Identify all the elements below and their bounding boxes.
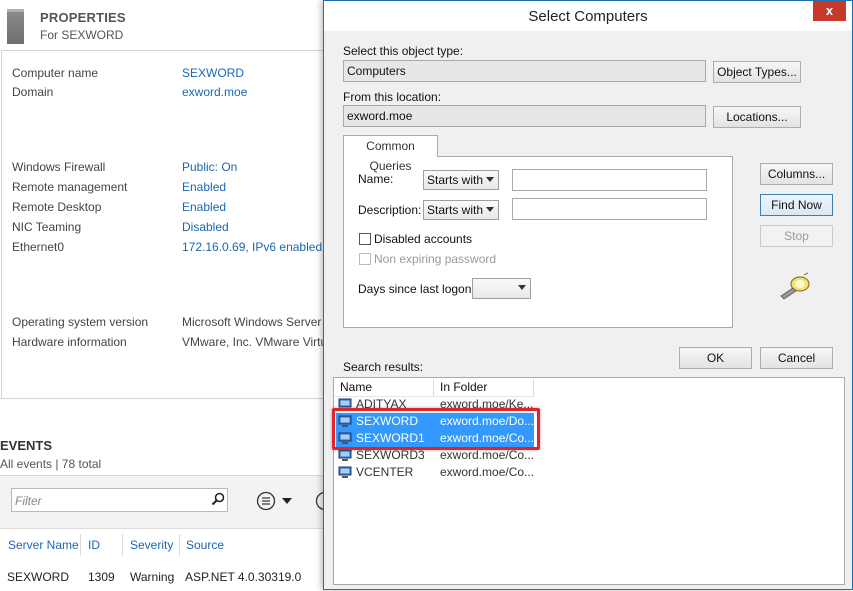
prop-value-link[interactable]: SEXWORD	[182, 66, 244, 80]
chevron-down-icon	[486, 207, 494, 212]
disabled-accounts-label: Disabled accounts	[374, 232, 473, 246]
close-button[interactable]: x	[813, 1, 846, 21]
prop-label: Domain	[12, 85, 54, 99]
result-folder: exword.moe/Co...	[440, 465, 535, 479]
non-expiring-label: Non expiring password	[374, 252, 497, 266]
computer-icon	[338, 466, 352, 478]
chevron-down-icon	[518, 285, 526, 290]
chevron-down-icon[interactable]	[281, 496, 293, 506]
events-col-header[interactable]: ID	[88, 538, 100, 552]
stop-button[interactable]: Stop	[760, 225, 833, 247]
prop-label: NIC Teaming	[12, 220, 82, 234]
cancel-button[interactable]: Cancel	[760, 347, 833, 369]
disabled-accounts-checkbox[interactable]	[359, 233, 371, 245]
name-input[interactable]	[512, 169, 707, 191]
description-mode-select[interactable]: Starts with	[423, 200, 499, 220]
object-type-field: Computers	[343, 60, 706, 82]
description-mode-value: Starts with	[427, 203, 484, 217]
events-col-header[interactable]: Severity	[130, 538, 173, 552]
tab-common-queries[interactable]: Common Queries	[343, 135, 438, 173]
location-label: From this location:	[343, 90, 442, 104]
events-col-header[interactable]: Server Name	[8, 538, 79, 552]
description-label: Description:	[358, 203, 422, 217]
highlight-box	[332, 408, 540, 450]
prop-value: Microsoft Windows Server	[182, 315, 322, 329]
object-type-label: Select this object type:	[343, 44, 464, 58]
filter-placeholder: Filter	[15, 494, 42, 508]
prop-value-link[interactable]: Public: On	[182, 160, 237, 174]
prop-label: Remote management	[12, 180, 128, 194]
prop-label: Windows Firewall	[12, 160, 106, 174]
events-col-header[interactable]: Source	[186, 538, 224, 552]
days-since-logon-label: Days since last logon:	[358, 282, 475, 296]
event-cell: 1309	[88, 570, 115, 584]
columns-button[interactable]: Columns...	[760, 163, 833, 185]
event-cell: SEXWORD	[7, 570, 70, 584]
search-results-label: Search results:	[343, 360, 424, 374]
results-col-folder[interactable]: In Folder	[434, 379, 534, 397]
column-divider	[80, 534, 81, 556]
column-divider	[122, 534, 123, 556]
result-name: VCENTER	[356, 465, 414, 479]
column-divider	[179, 534, 180, 556]
prop-label: Remote Desktop	[12, 200, 102, 214]
prop-value: VMware, Inc. VMware Virtu	[182, 335, 328, 349]
name-mode-value: Starts with	[427, 173, 484, 187]
prop-label: Ethernet0	[12, 240, 65, 254]
description-input[interactable]	[512, 198, 707, 220]
prop-value-link[interactable]: exword.moe	[182, 85, 247, 99]
prop-value-link[interactable]: Disabled	[182, 220, 229, 234]
object-types-button[interactable]: Object Types...	[713, 61, 801, 83]
dialog-title: Select Computers	[528, 8, 648, 25]
properties-title: PROPERTIES	[40, 10, 126, 25]
non-expiring-checkbox[interactable]	[359, 253, 371, 265]
prop-value-link[interactable]: Enabled	[182, 200, 226, 214]
filter-input[interactable]	[11, 488, 228, 512]
prop-value-link[interactable]: Enabled	[182, 180, 226, 194]
properties-subtitle: For SEXWORD	[40, 28, 124, 42]
event-cell: Warning	[130, 570, 175, 584]
prop-label: Operating system version	[12, 315, 149, 329]
name-mode-select[interactable]: Starts with	[423, 170, 499, 190]
find-now-button[interactable]: Find Now	[760, 194, 833, 216]
events-title: EVENTS	[0, 438, 53, 453]
chevron-down-icon	[486, 177, 494, 182]
ok-button[interactable]: OK	[679, 347, 752, 369]
prop-value-link[interactable]: 172.16.0.69, IPv6 enabled	[182, 240, 322, 254]
prop-label: Computer name	[12, 66, 99, 80]
list-options-icon[interactable]	[256, 491, 276, 511]
prop-label: Hardware information	[12, 335, 127, 349]
result-row[interactable]: VCENTER exword.moe/Co...	[336, 464, 534, 481]
event-cell: ASP.NET 4.0.30319.0	[185, 570, 302, 584]
computer-icon	[338, 449, 352, 461]
events-subtitle: All events | 78 total	[0, 457, 102, 471]
results-col-name[interactable]: Name	[334, 379, 434, 397]
days-since-logon-select[interactable]	[472, 278, 531, 299]
location-field: exword.moe	[343, 105, 706, 127]
search-icon[interactable]	[211, 492, 225, 506]
server-icon	[7, 9, 24, 44]
search-flashlight-icon	[780, 272, 810, 300]
locations-button[interactable]: Locations...	[713, 106, 801, 128]
